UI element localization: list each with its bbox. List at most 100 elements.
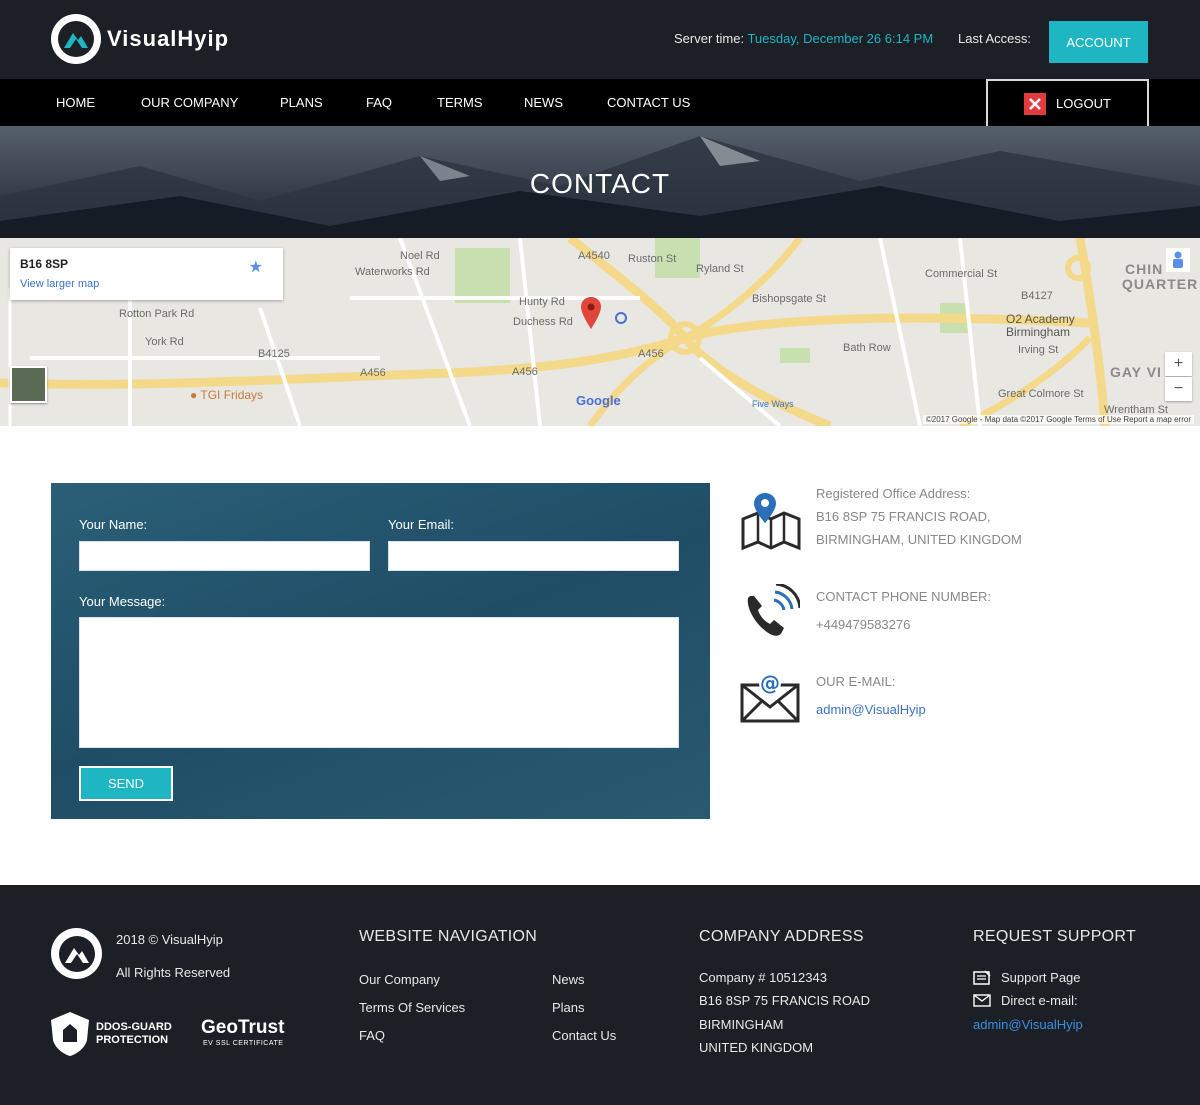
- support-page-item[interactable]: Support Page: [973, 970, 1081, 985]
- ddos-line: PROTECTION: [96, 1034, 169, 1046]
- place-postcode: B16 8SP: [20, 257, 69, 271]
- footer-link-terms[interactable]: Terms Of Services: [359, 1000, 465, 1015]
- save-star-icon[interactable]: ★: [249, 257, 263, 277]
- message-label: Your Message:: [79, 594, 166, 609]
- street-view-icon[interactable]: [1166, 248, 1190, 272]
- phone-number: +449479583276: [816, 617, 911, 632]
- server-time-value: Tuesday, December 26 6:14 PM: [747, 31, 934, 46]
- zoom-out-button[interactable]: −: [1165, 377, 1192, 401]
- zoom-in-button[interactable]: +: [1165, 352, 1192, 376]
- close-icon: [1024, 92, 1046, 115]
- geotrust-logo: GeoTrust: [201, 1017, 285, 1038]
- google-map[interactable]: B16 8SP View larger map ★ Hunty Rd Duche…: [0, 238, 1200, 426]
- mail-icon: [973, 994, 991, 1007]
- send-button[interactable]: SEND: [79, 766, 173, 801]
- district-label: CHIN: [1125, 261, 1164, 277]
- support-page-link[interactable]: Support Page: [1001, 970, 1081, 985]
- footer-address-line: B16 8SP 75 FRANCIS ROAD: [699, 993, 870, 1008]
- name-input[interactable]: [79, 541, 370, 571]
- map-label: A456: [638, 348, 664, 360]
- direct-email-link[interactable]: admin@VisualHyip: [973, 1017, 1083, 1032]
- footer-address-line: UNITED KINGDOM: [699, 1040, 814, 1055]
- footer-link-contact-us[interactable]: Contact Us: [552, 1028, 616, 1043]
- phone-icon: [740, 582, 802, 647]
- direct-email-item: Direct e-mail:: [973, 993, 1078, 1008]
- brand-logo[interactable]: VisualHyip: [51, 14, 229, 64]
- footer-rights: All Rights Reserved: [116, 965, 231, 980]
- footer-link-our-company[interactable]: Our Company: [359, 972, 440, 987]
- nav-faq[interactable]: FAQ: [366, 95, 392, 110]
- footer-address-line: BIRMINGHAM: [699, 1017, 784, 1032]
- footer-address-line: Company # 10512343: [699, 970, 827, 985]
- place-card: B16 8SP View larger map ★: [10, 248, 283, 300]
- nav-contact-us[interactable]: CONTACT US: [607, 95, 690, 110]
- location-dot-icon: [615, 312, 627, 324]
- map-label: Commercial St: [925, 268, 998, 280]
- nav-our-company[interactable]: OUR COMPANY: [141, 95, 238, 110]
- footer-link-news[interactable]: News: [552, 972, 585, 987]
- page-title: CONTACT: [529, 168, 671, 199]
- logout-label: LOGOUT: [1056, 96, 1111, 111]
- phone-info: CONTACT PHONE NUMBER: +449479583276: [816, 585, 991, 636]
- map-label: York Rd: [145, 336, 184, 348]
- map-label: ● TGI Fridays: [190, 388, 264, 402]
- map-label: A456: [512, 366, 538, 378]
- office-address-line: BIRMINGHAM, UNITED KINGDOM: [816, 532, 1022, 547]
- nav-plans[interactable]: PLANS: [280, 95, 323, 110]
- nav-news[interactable]: NEWS: [524, 95, 563, 110]
- nav-home[interactable]: HOME: [56, 95, 95, 110]
- email-envelope-icon: @: [740, 671, 800, 728]
- ddos-guard-badge: DDOS-GUARD PROTECTION: [51, 1012, 172, 1056]
- map-label: Waterworks Rd: [355, 266, 430, 278]
- map-label: B4127: [1021, 290, 1053, 302]
- footer-support-heading: REQUEST SUPPORT: [973, 928, 1137, 945]
- map-label: Five Ways: [752, 399, 794, 409]
- satellite-thumbnail[interactable]: [10, 366, 47, 403]
- map-label: Bishopsgate St: [752, 293, 826, 305]
- map-location-icon: [740, 487, 802, 556]
- account-button[interactable]: ACCOUNT: [1049, 21, 1148, 63]
- footer-link-faq[interactable]: FAQ: [359, 1028, 385, 1043]
- office-address-label: Registered Office Address:: [816, 486, 971, 501]
- map-label: Rotton Park Rd: [119, 308, 195, 320]
- geotrust-sub: EV SSL CERTIFICATE: [203, 1040, 284, 1047]
- ddos-line: DDOS-GUARD: [96, 1021, 172, 1033]
- nav-terms[interactable]: TERMS: [437, 95, 483, 110]
- email-input[interactable]: [388, 541, 679, 571]
- contact-form: Your Name: Your Email: Your Message: SEN…: [51, 483, 710, 819]
- office-address-line: B16 8SP 75 FRANCIS ROAD,: [816, 509, 991, 524]
- main-nav: HOME OUR COMPANY PLANS FAQ TERMS NEWS CO…: [0, 79, 1200, 126]
- logout-button[interactable]: LOGOUT: [986, 79, 1149, 126]
- district-label: GAY VI: [1110, 364, 1162, 380]
- email-label: Your Email:: [388, 517, 454, 532]
- footer-nav-heading: WEBSITE NAVIGATION: [359, 928, 538, 945]
- google-logo: Google: [576, 393, 621, 408]
- map-label: Hunty Rd: [519, 296, 565, 308]
- map-label: Noel Rd: [400, 250, 440, 262]
- brand-name: VisualHyip: [107, 26, 230, 51]
- footer-link-plans[interactable]: Plans: [552, 1000, 585, 1015]
- contact-email-link[interactable]: admin@VisualHyip: [816, 698, 926, 721]
- footer-address-heading: COMPANY ADDRESS: [699, 928, 864, 945]
- server-time: Server time: Tuesday, December 26 6:14 P…: [674, 31, 933, 46]
- footer-logo-icon[interactable]: [51, 928, 102, 979]
- map-label: A4540: [578, 250, 610, 262]
- top-header: VisualHyip Server time: Tuesday, Decembe…: [0, 0, 1200, 79]
- view-larger-map-link[interactable]: View larger map: [20, 278, 99, 290]
- map-label: B4125: [258, 348, 290, 360]
- phone-label: CONTACT PHONE NUMBER:: [816, 589, 992, 604]
- shield-icon: [51, 1012, 89, 1056]
- footer-copyright: 2018 © VisualHyip: [116, 932, 223, 947]
- map-label: O2 Academy Birmingham: [1006, 312, 1075, 339]
- map-attribution: ©2017 Google - Map data ©2017 Google Ter…: [922, 415, 1194, 424]
- map-label: Ryland St: [696, 263, 744, 275]
- geotrust-badge: GeoTrust EV SSL CERTIFICATE: [201, 1017, 285, 1048]
- page-hero: CONTACT: [0, 126, 1200, 238]
- server-time-label: Server time:: [674, 31, 745, 46]
- direct-email-label: Direct e-mail:: [1001, 993, 1078, 1008]
- site-footer: 2018 © VisualHyip All Rights Reserved DD…: [0, 885, 1200, 1105]
- support-page-icon: [973, 970, 991, 985]
- map-label: Duchess Rd: [513, 316, 573, 328]
- map-pin-icon[interactable]: [581, 297, 601, 334]
- message-textarea[interactable]: [79, 617, 679, 748]
